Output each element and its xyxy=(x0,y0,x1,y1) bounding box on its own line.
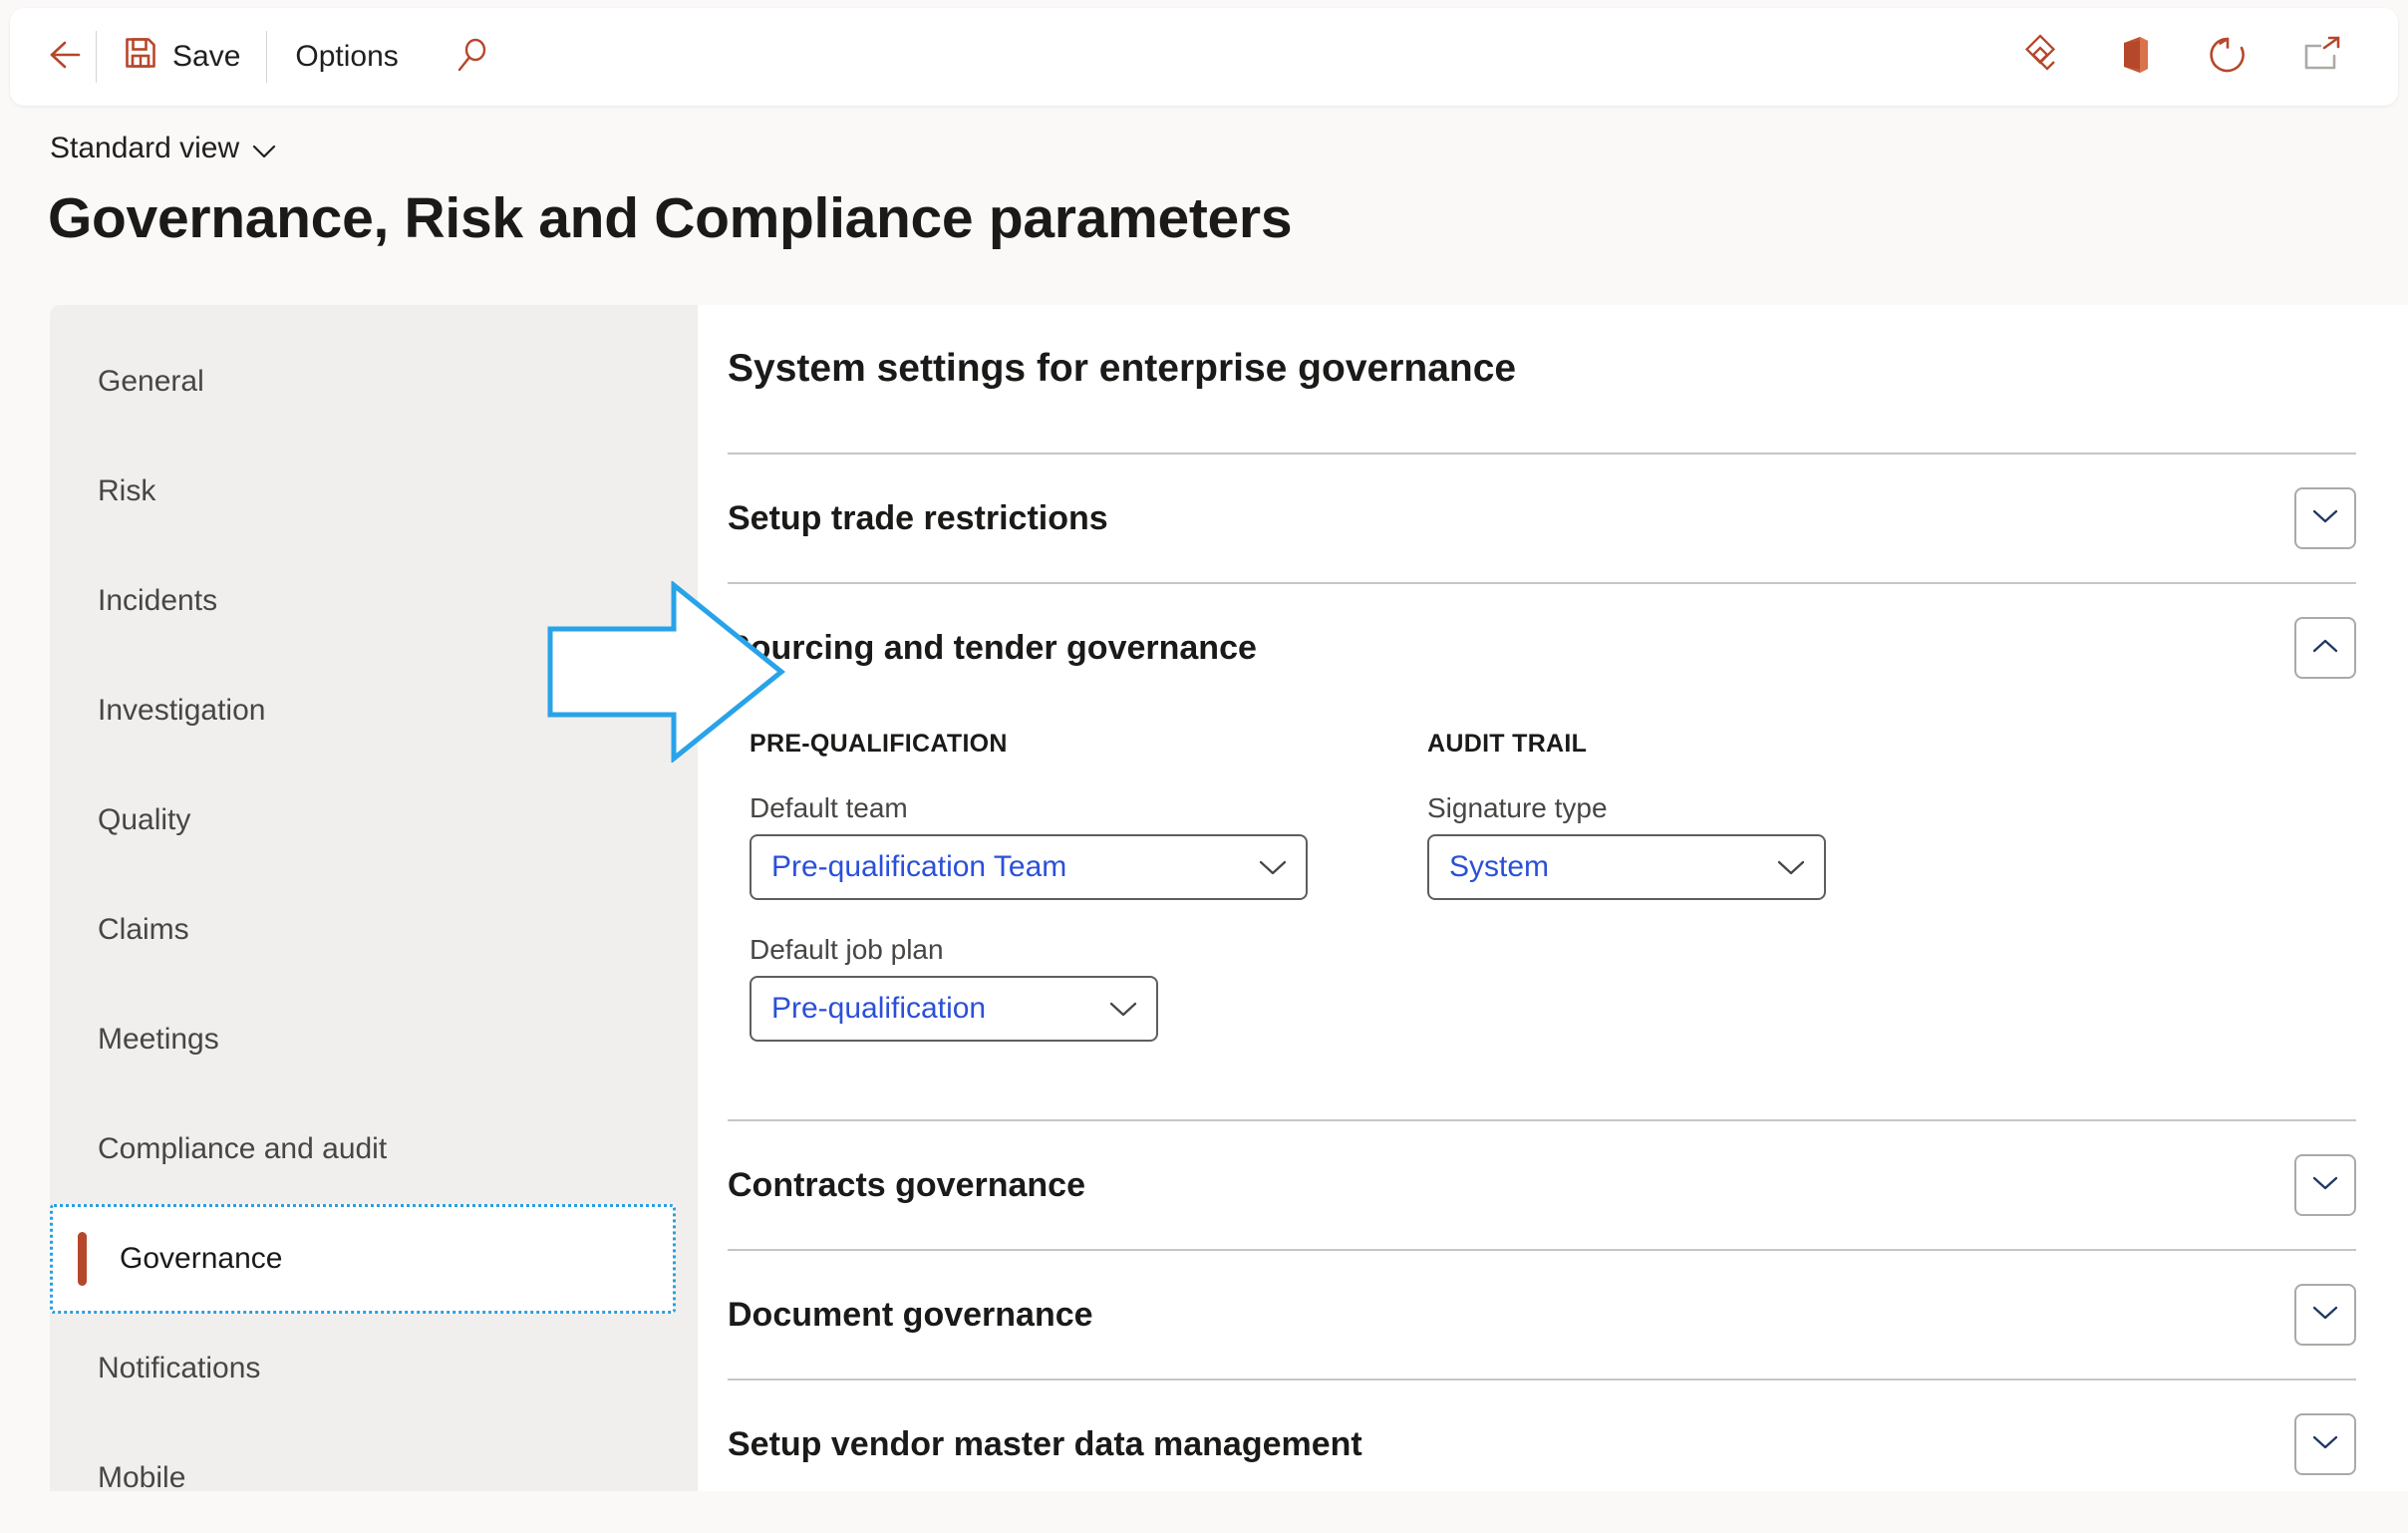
default-job-plan-selected-value: Pre-qualification xyxy=(771,992,987,1025)
save-button-label: Save xyxy=(172,40,241,73)
chevron-down-icon xyxy=(1242,856,1290,878)
sidebar-item-governance[interactable]: Governance xyxy=(50,1204,676,1314)
section-header-contracts-governance[interactable]: Contracts governance xyxy=(728,1121,2356,1249)
field-label: Signature type xyxy=(1427,792,1608,823)
sidebar-item-compliance-and-audit[interactable]: Compliance and audit xyxy=(50,1094,698,1204)
chevron-down-icon xyxy=(1760,856,1808,878)
search-button[interactable] xyxy=(427,8,518,106)
sidebar-item-label: Governance xyxy=(120,1242,283,1275)
magnifier-search-icon xyxy=(452,35,492,80)
sidebar-item-notifications[interactable]: Notifications xyxy=(50,1314,698,1423)
section-expand-button-setup-vendor-master-data-management[interactable] xyxy=(2294,1413,2356,1475)
selected-indicator-bar xyxy=(78,1232,87,1286)
sidebar-item-incidents[interactable]: Incidents xyxy=(50,546,698,656)
section-header-setup-vendor-master-data-management[interactable]: Setup vendor master data management xyxy=(728,1380,2356,1491)
section-header-document-governance[interactable]: Document governance xyxy=(728,1251,2356,1379)
floppy-disk-save-icon xyxy=(123,35,158,79)
office-app-button[interactable] xyxy=(2087,8,2181,106)
group-heading-audit-trail: AUDIT TRAIL xyxy=(1427,730,1588,758)
sidebar-item-label: Risk xyxy=(98,474,156,507)
command-bar-right-group xyxy=(1993,8,2398,106)
section-title: Setup trade restrictions xyxy=(728,498,1108,537)
page-title: Governance, Risk and Compliance paramete… xyxy=(48,186,1293,250)
sidebar-item-label: Investigation xyxy=(98,694,266,727)
chevron-down-icon xyxy=(2309,506,2341,531)
open-in-new-window-icon xyxy=(2298,32,2344,83)
sidebar-item-label: Mobile xyxy=(98,1461,186,1494)
page-body: General Risk Incidents Investigation Qua… xyxy=(50,305,2408,1494)
sidebar-item-label: Notifications xyxy=(98,1352,261,1384)
chevron-down-icon xyxy=(1092,998,1140,1020)
field-label: Default job plan xyxy=(750,934,944,965)
default-job-plan-select[interactable]: Pre-qualification xyxy=(750,976,1158,1042)
default-team-selected-value: Pre-qualification Team xyxy=(771,850,1067,883)
chevron-down-icon xyxy=(2309,1173,2341,1198)
sidebar-item-meetings[interactable]: Meetings xyxy=(50,985,698,1094)
sidebar-item-risk[interactable]: Risk xyxy=(50,437,698,546)
diamond-attachments-icon xyxy=(2016,31,2064,84)
sidebar-item-label: Claims xyxy=(98,913,189,946)
sidebar-item-mobile[interactable]: Mobile xyxy=(50,1423,698,1533)
field-default-job-plan: Default job plan Pre-qualification xyxy=(750,934,1427,1042)
section-title: Setup vendor master data management xyxy=(728,1424,1362,1463)
chevron-down-icon xyxy=(2309,1303,2341,1328)
sidebar-item-general[interactable]: General xyxy=(50,327,698,437)
field-default-team: Default team Pre-qualification Team xyxy=(750,792,1427,900)
sidebar-item-label: Incidents xyxy=(98,584,218,617)
back-button[interactable] xyxy=(10,8,96,106)
attachments-button[interactable] xyxy=(1993,8,2087,106)
group-heading-pre-qualification: PRE-QUALIFICATION xyxy=(750,730,1008,758)
sidebar-item-label: Compliance and audit xyxy=(98,1132,388,1165)
field-signature-type: Signature type System xyxy=(1427,792,1985,900)
page-header: Standard view Governance, Risk and Compl… xyxy=(0,130,2408,251)
section-header-sourcing-and-tender-governance[interactable]: Sourcing and tender governance xyxy=(728,584,2356,712)
section-expand-button-document-governance[interactable] xyxy=(2294,1284,2356,1346)
command-bar: Save Options xyxy=(10,8,2398,106)
section-expand-button-contracts-governance[interactable] xyxy=(2294,1154,2356,1216)
save-button[interactable]: Save xyxy=(97,8,266,106)
section-expand-button-setup-trade-restrictions[interactable] xyxy=(2294,487,2356,549)
sidebar-item-label: General xyxy=(98,365,204,398)
office-app-icon xyxy=(2112,32,2156,83)
refresh-button[interactable] xyxy=(2181,8,2274,106)
view-selector-label: Standard view xyxy=(50,132,240,164)
section-collapse-button-sourcing-and-tender-governance[interactable] xyxy=(2294,617,2356,679)
chevron-down-icon xyxy=(2309,1432,2341,1457)
settings-content-panel: System settings for enterprise governanc… xyxy=(698,305,2408,1491)
options-button[interactable]: Options xyxy=(267,8,426,106)
sidebar-item-quality[interactable]: Quality xyxy=(50,766,698,875)
section-title: Sourcing and tender governance xyxy=(728,628,1257,667)
field-label: Default team xyxy=(750,792,908,823)
sidebar-item-label: Quality xyxy=(98,803,191,836)
default-team-select[interactable]: Pre-qualification Team xyxy=(750,834,1308,900)
open-in-new-window-button[interactable] xyxy=(2274,8,2368,106)
back-arrow-icon xyxy=(39,33,83,82)
command-bar-left-group: Save Options xyxy=(10,8,518,106)
settings-sidebar: General Risk Incidents Investigation Qua… xyxy=(50,305,698,1494)
section-title: Document governance xyxy=(728,1295,1093,1334)
sourcing-and-tender-governance-body: PRE-QUALIFICATION Default team Pre-quali… xyxy=(728,712,2356,1119)
sidebar-item-claims[interactable]: Claims xyxy=(50,875,698,985)
sidebar-item-investigation[interactable]: Investigation xyxy=(50,656,698,766)
view-selector[interactable]: Standard view xyxy=(50,130,277,167)
chevron-down-icon xyxy=(251,134,277,167)
refresh-icon xyxy=(2205,32,2251,83)
options-button-label: Options xyxy=(295,40,399,73)
chevron-up-icon xyxy=(2309,636,2341,661)
signature-type-select[interactable]: System xyxy=(1427,834,1826,900)
section-title: Contracts governance xyxy=(728,1165,1085,1204)
signature-type-selected-value: System xyxy=(1449,850,1550,883)
audit-trail-column: AUDIT TRAIL Signature type System xyxy=(1427,730,1985,1075)
content-title: System settings for enterprise governanc… xyxy=(728,347,1517,390)
section-header-setup-trade-restrictions[interactable]: Setup trade restrictions xyxy=(728,455,2356,582)
pre-qualification-column: PRE-QUALIFICATION Default team Pre-quali… xyxy=(750,730,1427,1075)
sidebar-item-label: Meetings xyxy=(98,1023,219,1056)
